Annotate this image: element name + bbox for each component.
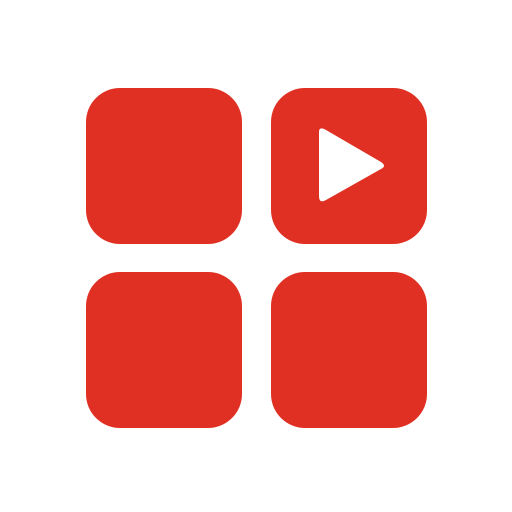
- grid-tile-top-right: [271, 88, 427, 244]
- grid-tile-top-left: [86, 88, 242, 244]
- app-icon: [0, 0, 512, 512]
- grid-tile-bottom-right: [271, 272, 427, 428]
- play-icon: [319, 128, 384, 202]
- grid-tile-bottom-left: [86, 272, 242, 428]
